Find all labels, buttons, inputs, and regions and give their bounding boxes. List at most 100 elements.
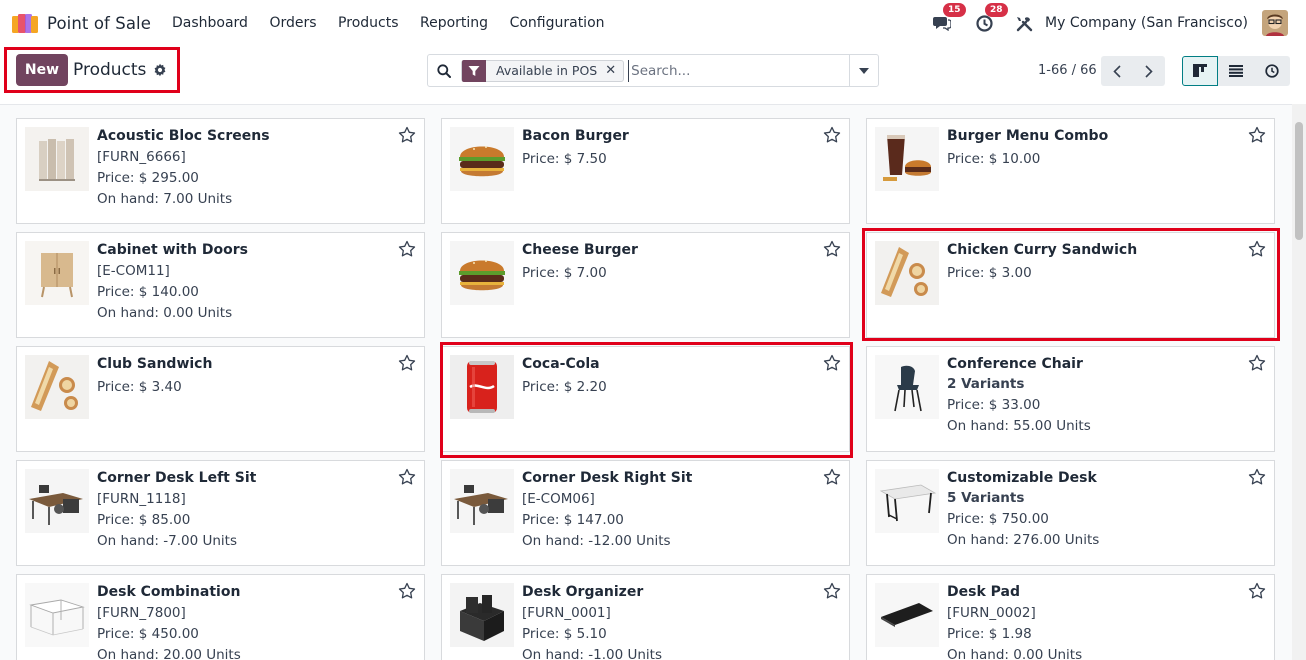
list-view-button[interactable] [1218, 56, 1254, 86]
list-icon [1229, 65, 1243, 77]
product-image-desk-white [875, 469, 939, 533]
debug-tools-button[interactable] [1013, 12, 1035, 34]
favorite-star-icon[interactable] [823, 582, 841, 600]
product-name: Cabinet with Doors [97, 242, 248, 258]
pager-value[interactable]: 1-66 / 66 [1038, 63, 1097, 78]
product-name: Chicken Curry Sandwich [947, 242, 1138, 258]
product-card[interactable]: Customizable Desk 5 Variants Price: $ 750.… [866, 460, 1275, 566]
product-card[interactable]: Club Sandwich Price: $ 3.40 [16, 346, 425, 452]
product-image-desk-corner [25, 469, 89, 533]
product-price: Price: $ 140.00 [97, 284, 199, 300]
menu-products[interactable]: Products [338, 15, 398, 31]
favorite-star-icon[interactable] [823, 240, 841, 258]
product-info: Coca-Cola Price: $ 2.20 [522, 355, 815, 398]
product-card[interactable]: Cabinet with Doors [E-COM11] Price: $ 140.… [16, 232, 425, 338]
favorite-star-icon[interactable] [398, 126, 416, 144]
product-code: [FURN_6666] [97, 149, 186, 165]
caret-down-icon [859, 67, 869, 74]
product-onhand: On hand: 0.00 Units [947, 647, 1083, 660]
product-onhand: On hand: 7.00 Units [97, 191, 233, 207]
product-image-sandwich [25, 355, 89, 419]
page-title: Products [73, 60, 147, 80]
search-options-toggle[interactable] [849, 55, 878, 86]
facet-remove-button[interactable]: ✕ [605, 63, 623, 78]
product-card[interactable]: Desk Pad [FURN_0002] Price: $ 1.98 On hand:… [866, 574, 1275, 660]
main-menu: Dashboard Orders Products Reporting Conf… [172, 15, 626, 31]
product-price: Price: $ 2.20 [522, 379, 607, 395]
favorite-star-icon[interactable] [1248, 468, 1266, 486]
favorite-star-icon[interactable] [823, 468, 841, 486]
tools-icon [1016, 16, 1032, 31]
product-card[interactable]: Conference Chair 2 Variants Price: $ 33.00… [866, 346, 1275, 452]
company-switcher[interactable]: My Company (San Francisco) [1045, 15, 1248, 31]
user-avatar[interactable] [1262, 10, 1288, 36]
product-card[interactable]: Coca-Cola Price: $ 2.20 [441, 346, 850, 452]
messages-button[interactable]: 15 [931, 3, 966, 34]
favorite-star-icon[interactable] [398, 582, 416, 600]
product-onhand: On hand: -7.00 Units [97, 533, 238, 549]
product-card[interactable]: Cheese Burger Price: $ 7.00 [441, 232, 850, 338]
actions-gear[interactable] [153, 63, 167, 77]
activities-button[interactable]: 28 [973, 3, 1008, 34]
product-card[interactable]: Corner Desk Right Sit [E-COM06] Price: $ 1… [441, 460, 850, 566]
favorite-star-icon[interactable] [398, 240, 416, 258]
product-image-can [450, 355, 514, 419]
favorite-star-icon[interactable] [1248, 582, 1266, 600]
product-info: Bacon Burger Price: $ 7.50 [522, 127, 815, 170]
product-name: Corner Desk Left Sit [97, 470, 257, 486]
app-name: Point of Sale [47, 13, 151, 33]
product-name: Cheese Burger [522, 242, 638, 258]
product-image-combo [875, 127, 939, 191]
pager-buttons [1101, 56, 1165, 86]
favorite-star-icon[interactable] [398, 354, 416, 372]
product-onhand: On hand: 20.00 Units [97, 647, 241, 660]
kanban-view-button[interactable] [1182, 56, 1218, 86]
menu-orders[interactable]: Orders [269, 15, 316, 31]
kanban-scrollbar[interactable] [1292, 104, 1306, 660]
pager-next-button[interactable] [1133, 56, 1165, 86]
product-card[interactable]: Burger Menu Combo Price: $ 10.00 [866, 118, 1275, 224]
product-info: Acoustic Bloc Screens [FURN_6666] Price: $… [97, 127, 390, 210]
clock-icon [1265, 64, 1279, 78]
menu-dashboard[interactable]: Dashboard [172, 15, 248, 31]
app-brand[interactable]: Point of Sale [12, 13, 151, 33]
product-price: Price: $ 1.98 [947, 626, 1032, 642]
favorite-star-icon[interactable] [398, 468, 416, 486]
product-image-burger [450, 127, 514, 191]
facet-label: Available in POS [496, 63, 598, 78]
product-card[interactable]: Corner Desk Left Sit [FURN_1118] Price: $ … [16, 460, 425, 566]
facet-filter-icon [462, 59, 486, 82]
search-input[interactable] [628, 59, 849, 82]
new-button[interactable]: New [16, 54, 68, 86]
product-price: Price: $ 7.00 [522, 265, 607, 281]
title-area-highlight: New Products [4, 47, 180, 93]
product-card[interactable]: Acoustic Bloc Screens [FURN_6666] Price: $… [16, 118, 425, 224]
product-info: Conference Chair 2 Variants Price: $ 33.00… [947, 355, 1240, 437]
product-image-sandwich [875, 241, 939, 305]
favorite-star-icon[interactable] [1248, 354, 1266, 372]
product-name: Bacon Burger [522, 128, 629, 144]
product-card[interactable]: Bacon Burger Price: $ 7.50 [441, 118, 850, 224]
product-name: Burger Menu Combo [947, 128, 1109, 144]
product-card[interactable]: Desk Organizer [FURN_0001] Price: $ 5.10 On… [441, 574, 850, 660]
favorite-star-icon[interactable] [1248, 240, 1266, 258]
search-bar: Available in POS ✕ [427, 54, 879, 87]
favorite-star-icon[interactable] [823, 126, 841, 144]
menu-configuration[interactable]: Configuration [510, 15, 605, 31]
product-info: Desk Combination [FURN_7800] Price: $ 450.… [97, 583, 390, 660]
product-image-desk-corner [450, 469, 514, 533]
product-info: Burger Menu Combo Price: $ 10.00 [947, 127, 1240, 170]
product-info: Corner Desk Left Sit [FURN_1118] Price: $ … [97, 469, 390, 552]
product-price: Price: $ 33.00 [947, 397, 1041, 413]
product-card[interactable]: Chicken Curry Sandwich Price: $ 3.00 [866, 232, 1275, 338]
menu-reporting[interactable]: Reporting [420, 15, 488, 31]
favorite-star-icon[interactable] [1248, 126, 1266, 144]
pager-previous-button[interactable] [1101, 56, 1133, 86]
control-panel: New Products Available in POS ✕ Search..… [0, 46, 1306, 104]
search-icon-wrap [428, 63, 460, 78]
activity-view-button[interactable] [1254, 56, 1290, 86]
scrollbar-thumb[interactable] [1295, 122, 1303, 240]
search-icon [437, 63, 451, 78]
product-card[interactable]: Desk Combination [FURN_7800] Price: $ 450.… [16, 574, 425, 660]
favorite-star-icon[interactable] [823, 354, 841, 372]
